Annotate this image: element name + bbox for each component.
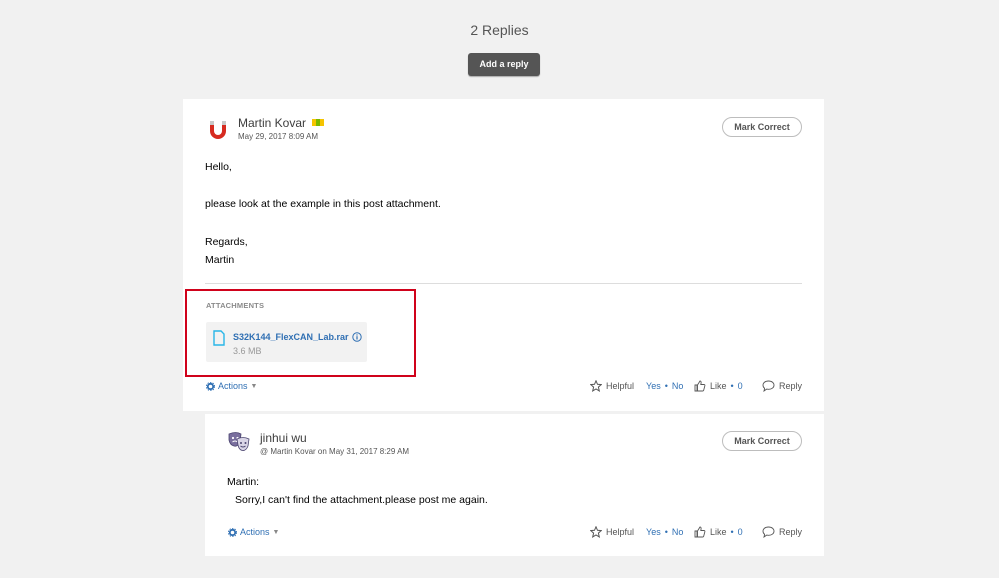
avatar[interactable] xyxy=(227,431,251,453)
actions-label: Actions xyxy=(240,527,270,537)
chevron-down-icon: ▼ xyxy=(272,528,280,536)
helpful-no[interactable]: No xyxy=(672,381,684,391)
separator: • xyxy=(730,381,734,391)
speech-bubble-icon xyxy=(762,526,775,538)
helpful-yes[interactable]: Yes xyxy=(646,527,661,537)
reply-link[interactable]: Reply xyxy=(762,380,802,392)
reply-to: @ Martin Kovar on May 31, 2017 8:29 AM xyxy=(260,447,410,456)
body-line: Sorry,I can't find the attachment.please… xyxy=(235,494,488,506)
separator: • xyxy=(664,527,668,537)
author-name[interactable]: jinhui wu xyxy=(260,431,307,445)
post-date: May 29, 2017 8:09 AM xyxy=(238,132,319,141)
like-label[interactable]: Like xyxy=(710,527,727,537)
thumbs-up-icon xyxy=(694,526,706,538)
like-count: 0 xyxy=(737,381,743,391)
body-line: Regards, xyxy=(205,236,248,248)
actions-label: Actions xyxy=(218,381,248,391)
gear-icon xyxy=(228,527,237,537)
reply-link[interactable]: Reply xyxy=(762,526,802,538)
helpful-no[interactable]: No xyxy=(672,527,684,537)
separator: • xyxy=(664,381,668,391)
like-group[interactable]: Like • 0 xyxy=(694,526,743,538)
divider xyxy=(205,283,802,284)
reply-label: Reply xyxy=(779,527,803,537)
helpful-group: Helpful Yes • No xyxy=(590,526,683,538)
author-name[interactable]: Martin Kovar xyxy=(238,116,306,130)
magnet-icon xyxy=(210,121,226,139)
nxp-badge-icon xyxy=(312,119,324,126)
gear-icon xyxy=(206,381,215,391)
reply-label: Reply xyxy=(779,381,803,391)
star-icon[interactable] xyxy=(590,380,602,392)
body-line: Hello, xyxy=(205,161,232,173)
like-count: 0 xyxy=(737,527,743,537)
chevron-down-icon: ▼ xyxy=(250,382,258,390)
speech-bubble-icon xyxy=(762,380,775,392)
like-group[interactable]: Like • 0 xyxy=(694,380,743,392)
mark-correct-button[interactable]: Mark Correct xyxy=(722,431,802,451)
mark-correct-button[interactable]: Mark Correct xyxy=(722,117,802,137)
separator: • xyxy=(730,527,734,537)
body-line: Martin xyxy=(205,254,235,266)
like-label[interactable]: Like xyxy=(710,381,727,391)
helpful-yes[interactable]: Yes xyxy=(646,381,661,391)
star-icon[interactable] xyxy=(590,526,602,538)
highlight-box xyxy=(185,289,416,377)
body-line: Martin: xyxy=(227,476,260,488)
theater-masks-icon xyxy=(228,432,250,451)
helpful-label: Helpful xyxy=(606,527,635,537)
body-line: please look at the example in this post … xyxy=(205,198,441,210)
helpful-label: Helpful xyxy=(606,381,635,391)
add-reply-button[interactable]: Add a reply xyxy=(468,53,540,76)
actions-menu[interactable]: Actions ▼ xyxy=(228,527,279,537)
actions-menu[interactable]: Actions ▼ xyxy=(206,381,257,391)
avatar[interactable] xyxy=(205,117,231,143)
thumbs-up-icon xyxy=(694,380,706,392)
helpful-group: Helpful Yes • No xyxy=(590,380,683,392)
replies-count: 2 Replies xyxy=(470,22,529,38)
